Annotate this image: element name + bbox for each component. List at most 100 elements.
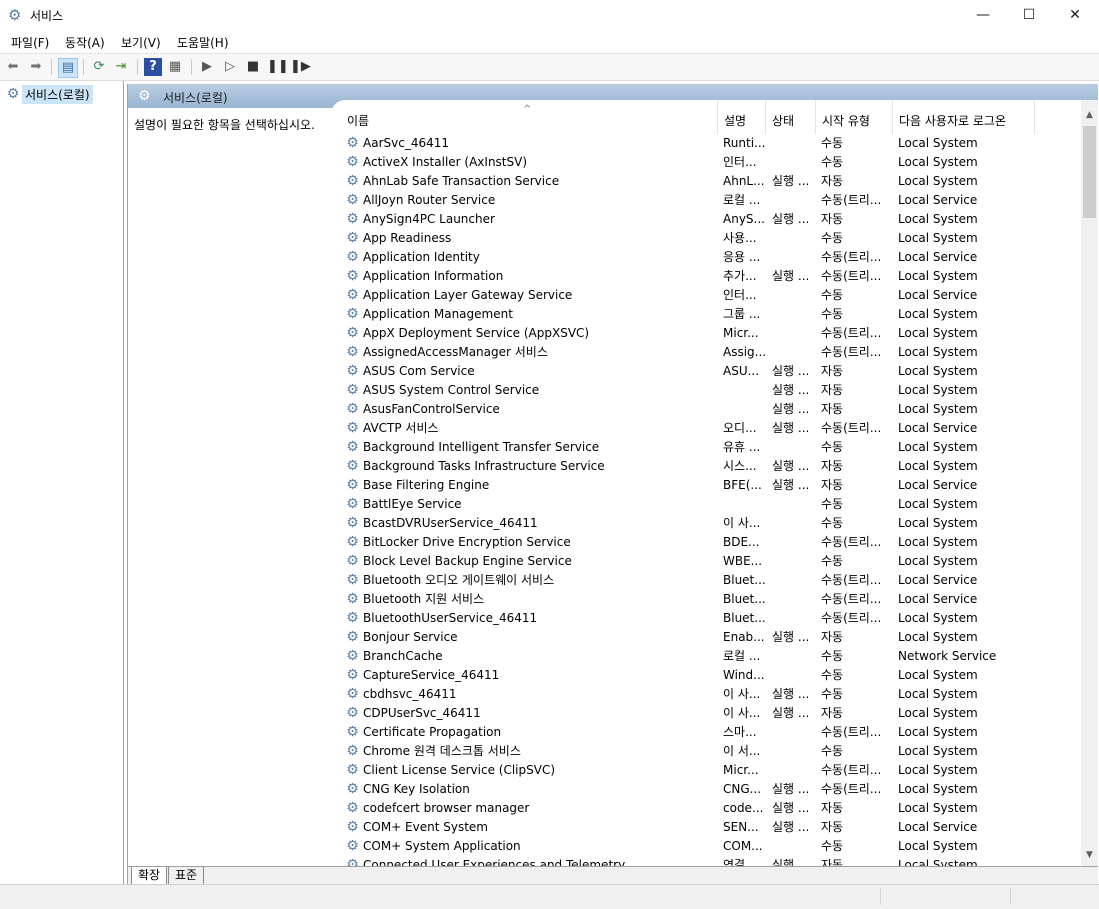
table-row[interactable]: ⚙ CNG Key Isolation CNG... 실행 ... 수동(트리... Lo… <box>331 780 1081 799</box>
table-row[interactable]: ⚙ Application Information 추가... 실행 ... 수동(트리… <box>331 267 1081 286</box>
arrow-right-icon[interactable]: ➡ <box>27 58 45 76</box>
column-header-name[interactable]: 이름 <box>341 100 718 134</box>
table-row[interactable]: ⚙ COM+ System Application COM... 수동 Local Sy… <box>331 837 1081 856</box>
service-log-on-as: Local Service <box>898 421 978 435</box>
service-startup-type: 수동 <box>821 288 844 302</box>
maximize-button[interactable]: ☐ <box>1006 0 1052 30</box>
refresh-icon[interactable]: ⟳ <box>90 58 108 76</box>
service-description: Wind... <box>723 668 765 682</box>
table-row[interactable]: ⚙ ASUS System Control Service 실행 ... 자동 Loca… <box>331 381 1081 400</box>
scroll-thumb[interactable] <box>1083 126 1096 218</box>
table-row[interactable]: ⚙ BcastDVRUserService_46411 이 사... 수동 Local … <box>331 514 1081 533</box>
service-description: 추가... <box>723 269 757 283</box>
table-row[interactable]: ⚙ Certificate Propagation 스마... 수동(트리... Loc… <box>331 723 1081 742</box>
table-row[interactable]: ⚙ BitLocker Drive Encryption Service BDE..… <box>331 533 1081 552</box>
scroll-down-icon[interactable]: ▼ <box>1081 850 1098 860</box>
table-row[interactable]: ⚙ AllJoyn Router Service 로컬 ... 수동(트리... Loc… <box>331 191 1081 210</box>
table-row[interactable]: ⚙ AsusFanControlService 실행 ... 자동 Local Syst… <box>331 400 1081 419</box>
table-row[interactable]: ⚙ CDPUserSvc_46411 이 사... 실행 ... 자동 Local Sys… <box>331 704 1081 723</box>
service-gear-icon: ⚙ <box>346 135 359 151</box>
service-log-on-as: Local System <box>898 706 978 720</box>
table-row[interactable]: ⚙ CaptureService_46411 Wind... 수동 Local Syst… <box>331 666 1081 685</box>
service-gear-icon: ⚙ <box>346 819 359 835</box>
column-header-log-on-as[interactable]: 다음 사용자로 로그온 <box>893 100 1035 134</box>
table-row[interactable]: ⚙ AnySign4PC Launcher AnyS... 실행 ... 자동 Local… <box>331 210 1081 229</box>
table-row[interactable]: ⚙ AppX Deployment Service (AppXSVC) Micr..… <box>331 324 1081 343</box>
service-status: 실행 ... <box>772 212 810 226</box>
arrow-left-icon[interactable]: ⬅ <box>4 58 22 76</box>
service-log-on-as: Local System <box>898 383 978 397</box>
service-gear-icon: ⚙ <box>346 363 359 379</box>
service-description: code... <box>723 801 764 815</box>
help-icon[interactable]: ? <box>144 58 162 76</box>
table-row[interactable]: ⚙ Connected User Experiences and Telemetr… <box>331 856 1081 866</box>
tab-extended[interactable]: 확장 <box>131 867 168 885</box>
table-row[interactable]: ⚙ AarSvc_46411 Runti... 수동 Local System <box>331 134 1081 153</box>
service-startup-type: 수동(트리... <box>821 573 882 587</box>
service-log-on-as: Local System <box>898 763 978 777</box>
service-startup-type: 자동 <box>821 478 844 492</box>
table-row[interactable]: ⚙ Chrome 원격 데스크톱 서비스 이 서... 수동 Local System <box>331 742 1081 761</box>
scroll-up-icon[interactable]: ▲ <box>1081 110 1098 120</box>
service-startup-type: 수동 <box>821 668 844 682</box>
menu-file[interactable]: 파일(F) <box>11 34 49 51</box>
table-row[interactable]: ⚙ BattlEye Service 수동 Local System <box>331 495 1081 514</box>
tree-item-services-local[interactable]: ⚙ 서비스(로컬) <box>4 84 96 104</box>
table-row[interactable]: ⚙ Background Tasks Infrastructure Service… <box>331 457 1081 476</box>
table-row[interactable]: ⚙ App Readiness 사용... 수동 Local System <box>331 229 1081 248</box>
service-gear-icon: ⚙ <box>346 572 359 588</box>
play-icon[interactable]: ▷ <box>221 58 239 76</box>
table-row[interactable]: ⚙ ActiveX Installer (AxInstSV) 인터... 수동 Loca… <box>331 153 1081 172</box>
service-name: AarSvc_46411 <box>363 136 449 150</box>
table-row[interactable]: ⚙ Bonjour Service Enab... 실행 ... 자동 Local Sys… <box>331 628 1081 647</box>
table-row[interactable]: ⚙ Application Identity 응용 ... 수동(트리... Local… <box>331 248 1081 267</box>
column-header-startup-type[interactable]: 시작 유형 <box>816 100 893 134</box>
table-row[interactable]: ⚙ Bluetooth 오디오 게이트웨이 서비스 Bluet... 수동(트리...… <box>331 571 1081 590</box>
service-startup-type: 자동 <box>821 212 844 226</box>
table-row[interactable]: ⚙ COM+ Event System SEN... 실행 ... 자동 Local Se… <box>331 818 1081 837</box>
table-row[interactable]: ⚙ Base Filtering Engine BFE(... 실행 ... 자동 Loc… <box>331 476 1081 495</box>
table-row[interactable]: ⚙ AssignedAccessManager 서비스 Assig... 수동(트리.… <box>331 343 1081 362</box>
table-row[interactable]: ⚙ AhnLab Safe Transaction Service AhnL... 실… <box>331 172 1081 191</box>
table-row[interactable]: ⚙ Application Layer Gateway Service 인터... 수… <box>331 286 1081 305</box>
gear-icon: ⚙ <box>138 88 151 104</box>
menu-action[interactable]: 동작(A) <box>65 34 105 51</box>
service-log-on-as: Local System <box>898 801 978 815</box>
properties-icon[interactable]: ▦ <box>166 58 184 76</box>
table-row[interactable]: ⚙ Block Level Backup Engine Service WBE...… <box>331 552 1081 571</box>
service-description: 사용... <box>723 231 757 245</box>
service-name: Connected User Experiences and Telemetry <box>363 858 626 866</box>
table-row[interactable]: ⚙ Background Intelligent Transfer Service… <box>331 438 1081 457</box>
service-log-on-as: Network Service <box>898 649 997 663</box>
stop-icon[interactable]: ■ <box>244 58 262 76</box>
menu-help[interactable]: 도움말(H) <box>177 34 229 51</box>
view-tabs: 확장 표준 <box>128 866 1098 885</box>
minimize-button[interactable]: — <box>960 0 1006 30</box>
play-icon[interactable]: ▶ <box>198 58 216 76</box>
console-tree-icon[interactable]: ▤ <box>58 58 78 78</box>
table-row[interactable]: ⚙ AVCTP 서비스 오디... 실행 ... 수동(트리... Local Servi… <box>331 419 1081 438</box>
menu-view[interactable]: 보기(V) <box>121 34 161 51</box>
table-row[interactable]: ⚙ ASUS Com Service ASU... 실행 ... 자동 Local Sys… <box>331 362 1081 381</box>
vertical-scrollbar[interactable]: ▲ ▼ <box>1081 100 1098 866</box>
table-row[interactable]: ⚙ BranchCache 로컬 ... 수동 Network Service <box>331 647 1081 666</box>
table-row[interactable]: ⚙ BluetoothUserService_46411 Bluet... 수동(트리… <box>331 609 1081 628</box>
column-header-status[interactable]: 상태 <box>766 100 816 134</box>
service-gear-icon: ⚙ <box>346 439 359 455</box>
service-gear-icon: ⚙ <box>346 591 359 607</box>
table-row[interactable]: ⚙ Client License Service (ClipSVC) Micr...… <box>331 761 1081 780</box>
service-description: Enab... <box>723 630 765 644</box>
column-header-description[interactable]: 설명 <box>718 100 766 134</box>
service-startup-type: 자동 <box>821 820 844 834</box>
pause-icon[interactable]: ❚❚ <box>267 58 289 76</box>
details-pane: ⚙ 서비스(로컬) 설명이 필요한 항목을 선택하십시오. ^ 이름 설명 상태… <box>127 84 1098 885</box>
restart-icon[interactable]: ❚▶ <box>290 58 311 76</box>
table-row[interactable]: ⚙ Application Management 그룹 ... 수동 Local Sys… <box>331 305 1081 324</box>
close-button[interactable]: ✕ <box>1052 0 1098 30</box>
service-name: BattlEye Service <box>363 497 462 511</box>
table-row[interactable]: ⚙ cbdhsvc_46411 이 사... 실행 ... 수동 Local System <box>331 685 1081 704</box>
table-row[interactable]: ⚙ Bluetooth 지원 서비스 Bluet... 수동(트리... Local S… <box>331 590 1081 609</box>
export-icon[interactable]: ⇥ <box>112 58 130 76</box>
table-row[interactable]: ⚙ codefcert browser manager code... 실행 ... 자… <box>331 799 1081 818</box>
tab-standard[interactable]: 표준 <box>168 867 205 885</box>
